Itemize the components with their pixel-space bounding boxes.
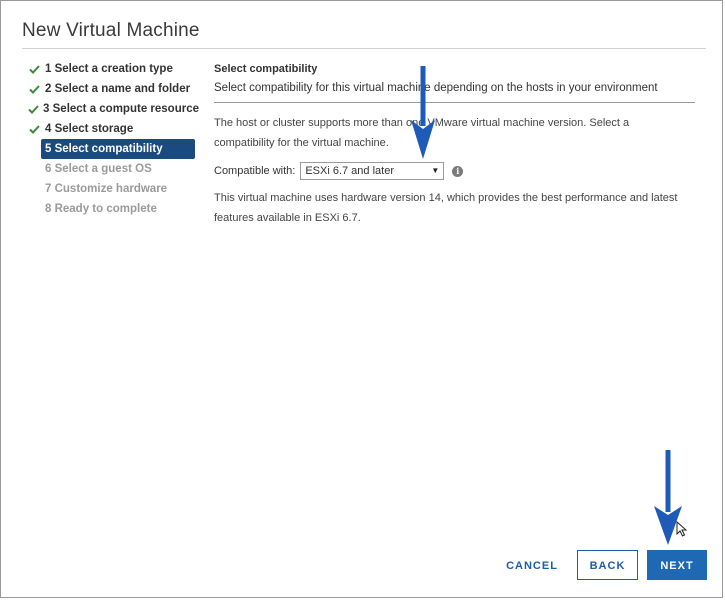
step-4[interactable]: 4 Select storage (27, 119, 199, 139)
step-label: 4 Select storage (45, 123, 134, 135)
check-icon (27, 79, 41, 99)
step-1[interactable]: 1 Select a creation type (27, 59, 199, 79)
new-vm-dialog: New Virtual Machine 1 Select a creation … (0, 0, 723, 598)
step-label: 5 Select compatibility (45, 143, 163, 155)
compatibility-select[interactable]: ESXi 6.7 and later ▼ (300, 162, 445, 180)
step-label: 8 Ready to complete (45, 203, 157, 215)
next-button[interactable]: NEXT (647, 550, 707, 580)
check-icon (27, 119, 41, 139)
step-content: Select compatibility Select compatibilit… (214, 61, 696, 228)
section-divider (214, 102, 695, 103)
check-icon (27, 59, 41, 79)
dialog-title: New Virtual Machine (22, 20, 200, 41)
back-button[interactable]: BACK (577, 550, 638, 580)
compatibility-select-value: ESXi 6.7 and later (305, 165, 394, 177)
section-description: Select compatibility for this virtual ma… (214, 82, 658, 94)
step-label: 3 Select a compute resource (43, 103, 199, 115)
title-divider (22, 48, 706, 49)
compatibility-row: Compatible with: ESXi 6.7 and later ▼ i (214, 161, 696, 181)
step-8: 8 Ready to complete (27, 199, 199, 219)
compatibility-info-text: The host or cluster supports more than o… (214, 117, 630, 149)
step-label: 7 Customize hardware (45, 183, 168, 195)
step-label: 2 Select a name and folder (45, 83, 191, 95)
info-icon[interactable]: i (452, 165, 464, 177)
arrow-down-annotation-icon (411, 66, 435, 159)
hardware-version-text: This virtual machine uses hardware versi… (214, 192, 678, 224)
cursor-icon (676, 521, 688, 537)
cancel-button[interactable]: CANCEL (500, 551, 564, 581)
step-2[interactable]: 2 Select a name and folder (27, 79, 199, 99)
compatible-with-label: Compatible with: (214, 165, 296, 177)
step-3[interactable]: 3 Select a compute resource (27, 99, 199, 119)
step-label: 1 Select a creation type (45, 63, 173, 75)
wizard-steps: 1 Select a creation type 2 Select a name… (27, 59, 199, 219)
section-title: Select compatibility (214, 63, 318, 75)
step-6: 6 Select a guest OS (27, 159, 199, 179)
caret-down-icon: ▼ (431, 166, 440, 175)
step-7: 7 Customize hardware (27, 179, 199, 199)
check-icon (27, 99, 39, 119)
step-label: 6 Select a guest OS (45, 163, 152, 175)
step-5-active[interactable]: 5 Select compatibility (41, 139, 195, 159)
